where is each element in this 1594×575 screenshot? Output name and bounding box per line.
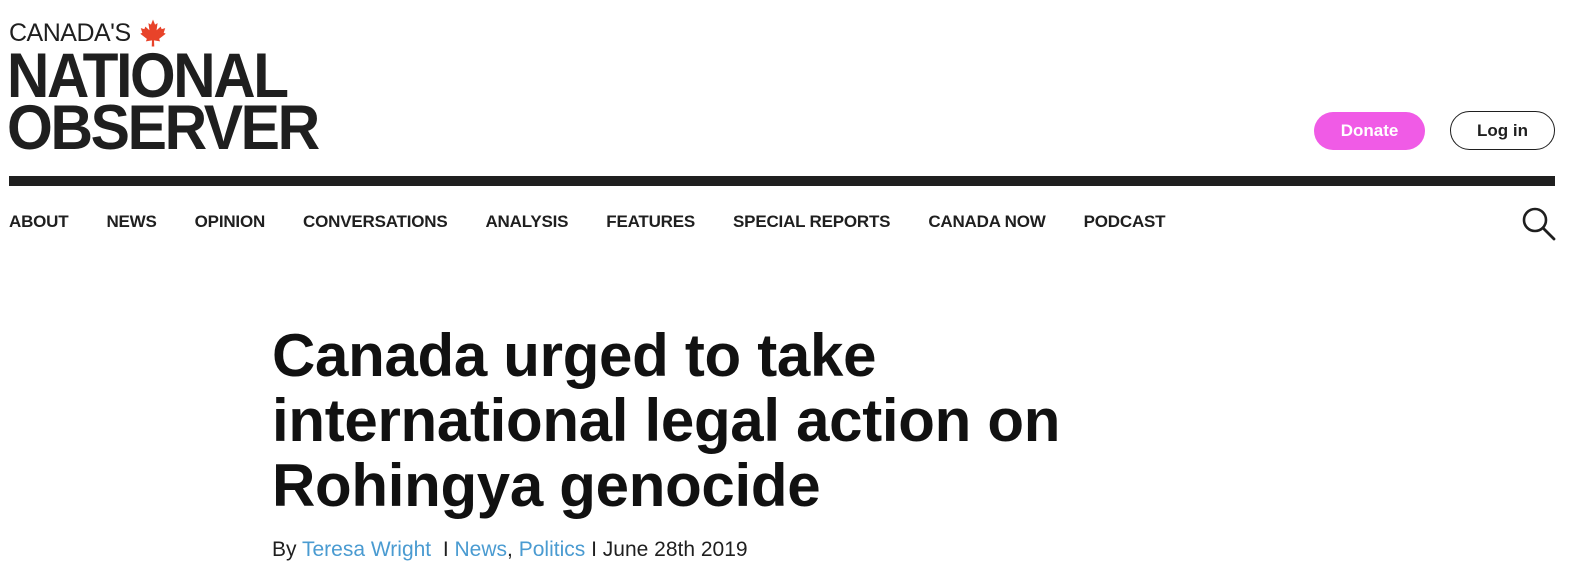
byline-prefix: By	[272, 538, 297, 561]
search-button[interactable]	[1520, 205, 1558, 243]
nav-item-canada-now[interactable]: CANADA NOW	[928, 212, 1046, 232]
byline-separator-2: I	[591, 538, 597, 561]
login-button[interactable]: Log in	[1450, 111, 1555, 150]
byline-separator: I	[442, 538, 449, 561]
nav-item-analysis[interactable]: ANALYSIS	[485, 212, 568, 232]
nav-item-opinion[interactable]: OPINION	[195, 212, 266, 232]
nav-item-features[interactable]: FEATURES	[606, 212, 695, 232]
nav-item-podcast[interactable]: PODCAST	[1084, 212, 1166, 232]
nav-item-news[interactable]: NEWS	[106, 212, 156, 232]
author-link[interactable]: Teresa Wright	[302, 538, 431, 561]
article-byline: By Teresa Wright I News, Politics I June…	[272, 536, 748, 564]
category-link-news[interactable]: News	[455, 538, 508, 561]
nav-item-special-reports[interactable]: SPECIAL REPORTS	[733, 212, 890, 232]
main-nav: ABOUT NEWS OPINION CONVERSATIONS ANALYSI…	[9, 208, 1203, 236]
site-logo[interactable]: CANADA'S NATIONAL OBSERVER	[7, 18, 369, 163]
donate-button[interactable]: Donate	[1314, 112, 1425, 150]
search-icon	[1522, 207, 1556, 241]
category-comma: ,	[507, 538, 513, 561]
nav-item-about[interactable]: ABOUT	[9, 212, 69, 232]
logo-word-observer: OBSERVER	[7, 93, 320, 163]
publish-date: June 28th 2019	[602, 538, 748, 561]
nav-item-conversations[interactable]: CONVERSATIONS	[303, 212, 448, 232]
category-link-politics[interactable]: Politics	[519, 538, 586, 561]
header-divider	[9, 176, 1555, 186]
article-title: Canada urged to take international legal…	[272, 322, 1061, 519]
